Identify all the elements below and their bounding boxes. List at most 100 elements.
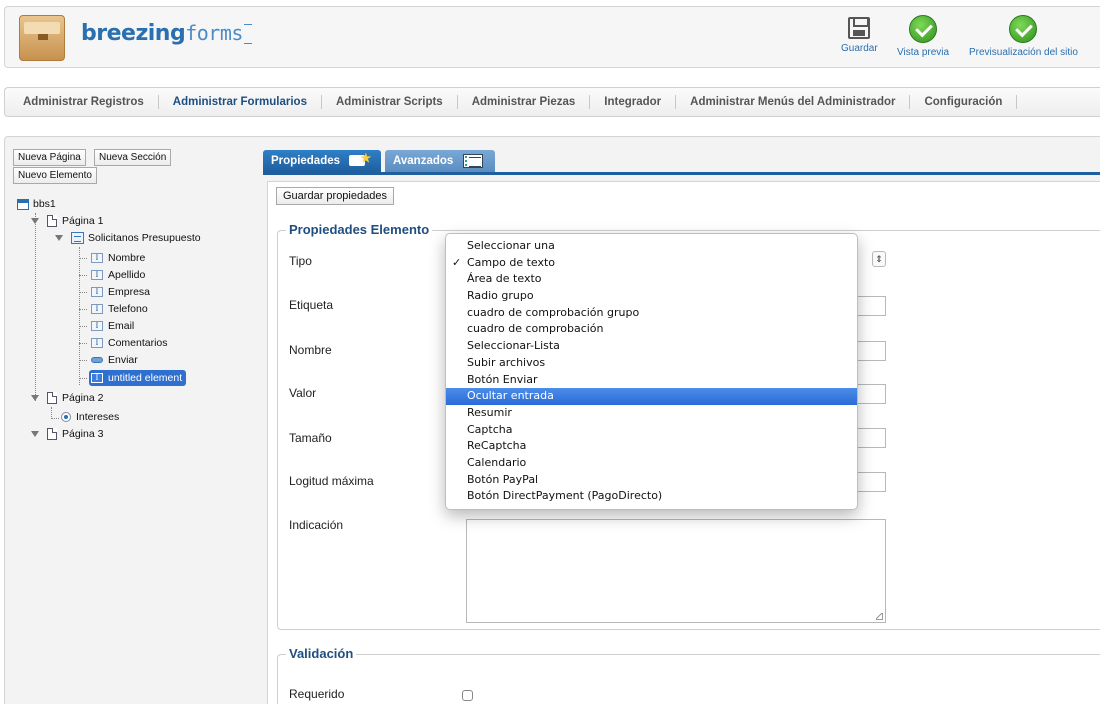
tree-node-field[interactable]: I Telefono xyxy=(91,301,148,317)
type-select-arrow-icon[interactable]: ⇕ xyxy=(872,251,886,267)
new-section-button[interactable]: Nueva Sección xyxy=(94,149,172,166)
dropdown-option[interactable]: Botón PayPal xyxy=(446,472,857,489)
tree-label: Telefono xyxy=(108,303,148,315)
dropdown-option[interactable]: cuadro de comprobación xyxy=(446,321,857,338)
tree-node-field[interactable]: I Comentarios xyxy=(91,335,168,351)
checkmark-icon: ✓ xyxy=(452,255,462,269)
app-header: breezingforms Guardar Vista previa Previ… xyxy=(4,6,1100,68)
section-icon xyxy=(71,232,84,244)
dropdown-option[interactable]: Calendario xyxy=(446,455,857,472)
new-element-button[interactable]: Nuevo Elemento xyxy=(13,167,97,184)
site-preview-label: Previsualización del sitio xyxy=(969,47,1078,58)
dropdown-option[interactable]: Seleccionar una xyxy=(446,238,857,255)
validation-fieldset: Validación Requerido xyxy=(277,646,1100,704)
tab-label: Avanzados xyxy=(393,155,454,167)
tree-node-field[interactable]: I Empresa xyxy=(91,284,150,300)
tree-node-page2[interactable]: Página 2 xyxy=(31,390,103,406)
required-label: Requerido xyxy=(289,687,345,701)
tree-node-field[interactable]: Intereses xyxy=(61,409,119,425)
tree-line xyxy=(79,275,87,276)
tree-line xyxy=(79,360,87,361)
dropdown-option[interactable]: ReCaptcha xyxy=(446,438,857,455)
fieldset-legend: Propiedades Elemento xyxy=(286,222,433,237)
text-field-icon: I xyxy=(91,270,103,280)
button-element-icon xyxy=(91,357,103,363)
page-icon xyxy=(47,392,57,404)
tipo-label: Tipo xyxy=(289,254,312,268)
text-field-icon: I xyxy=(91,321,103,331)
type-dropdown-menu: Seleccionar una ✓ Campo de texto Área de … xyxy=(445,233,858,510)
dropdown-option[interactable]: Resumir xyxy=(446,405,857,422)
tree-line xyxy=(51,418,59,419)
dropdown-option[interactable]: Botón DirectPayment (PagoDirecto) xyxy=(446,488,857,505)
preview-button[interactable]: Vista previa xyxy=(897,15,949,58)
dropdown-option-highlighted[interactable]: Ocultar entrada xyxy=(446,388,857,405)
dropdown-option[interactable]: Seleccionar-Lista xyxy=(446,338,857,355)
logitud-label: Logitud máxima xyxy=(289,474,374,488)
save-button[interactable]: Guardar xyxy=(841,15,878,54)
tab-advanced[interactable]: Avanzados xyxy=(385,150,495,172)
required-checkbox[interactable] xyxy=(462,690,473,701)
tree-line xyxy=(79,326,87,327)
tree-label: bbs1 xyxy=(33,198,56,210)
tree-line xyxy=(79,343,87,344)
expand-arrow-icon[interactable] xyxy=(31,431,39,437)
tree-label: Intereses xyxy=(76,411,120,423)
dropdown-option[interactable]: Área de texto xyxy=(446,271,857,288)
tree-node-field[interactable]: Enviar xyxy=(91,352,138,368)
new-page-button[interactable]: Nueva Página xyxy=(13,149,86,166)
expand-arrow-icon[interactable] xyxy=(31,218,39,224)
expand-arrow-icon[interactable] xyxy=(55,235,63,241)
tree-line xyxy=(79,309,87,310)
logo-bold-text: breezing xyxy=(81,21,186,46)
fieldset-legend: Validación xyxy=(286,646,357,661)
tab-label: Propiedades xyxy=(271,155,341,167)
expand-arrow-icon[interactable] xyxy=(31,395,39,401)
dropdown-option[interactable]: Subir archivos xyxy=(446,355,857,372)
dropdown-option[interactable]: cuadro de comprobación grupo xyxy=(446,305,857,322)
form-table-icon xyxy=(17,198,29,210)
page-icon xyxy=(47,428,57,440)
dropdown-option[interactable]: Captcha xyxy=(446,422,857,439)
dropdown-option[interactable]: Radio grupo xyxy=(446,288,857,305)
nav-item-integrador[interactable]: Integrador xyxy=(590,95,677,109)
nav-item-scripts[interactable]: Administrar Scripts xyxy=(322,95,458,109)
tree-label: Empresa xyxy=(108,286,151,298)
nav-item-configuracion[interactable]: Configuración xyxy=(910,95,1018,109)
app-logo: breezingforms xyxy=(81,21,252,46)
dropdown-option-checked[interactable]: ✓ Campo de texto xyxy=(446,255,857,272)
tree-label: Comentarios xyxy=(108,337,168,349)
tree-label: Solicitanos Presupuesto xyxy=(88,232,201,244)
text-field-icon: I xyxy=(91,373,103,383)
nav-item-formularios[interactable]: Administrar Formularios xyxy=(159,95,322,109)
tree-label: Nombre xyxy=(108,252,146,264)
floppy-disk-icon xyxy=(848,17,871,39)
tree-node-page3[interactable]: Página 3 xyxy=(31,426,103,442)
nav-item-menus[interactable]: Administrar Menús del Administrador xyxy=(676,95,911,109)
nav-item-registros[interactable]: Administrar Registros xyxy=(23,95,159,109)
indicacion-textarea[interactable] xyxy=(466,519,886,623)
tree-label: Página 1 xyxy=(62,215,104,227)
text-field-icon: I xyxy=(91,304,103,314)
tree-node-field[interactable]: I Nombre xyxy=(91,250,145,266)
tree-node-page1[interactable]: Página 1 xyxy=(31,213,103,229)
checklist-icon xyxy=(462,153,483,168)
textarea-icon: I xyxy=(91,338,103,348)
main-nav: Administrar Registros Administrar Formul… xyxy=(4,87,1100,117)
save-properties-button[interactable]: Guardar propiedades xyxy=(276,187,394,205)
tab-properties[interactable]: Propiedades xyxy=(263,147,381,172)
green-check-icon xyxy=(1009,15,1038,43)
tree-node-selected[interactable]: I untitled element xyxy=(89,370,187,386)
tree-node-field[interactable]: I Apellido xyxy=(91,267,145,283)
page-icon xyxy=(47,215,57,227)
nav-item-piezas[interactable]: Administrar Piezas xyxy=(458,95,591,109)
tree-node-field[interactable]: I Email xyxy=(91,318,134,334)
tree-line xyxy=(79,378,87,379)
tree-label: Página 3 xyxy=(62,428,104,440)
tree-node-section[interactable]: Solicitanos Presupuesto xyxy=(55,230,201,246)
logo-cursor-icon xyxy=(243,24,252,44)
dropdown-option[interactable]: Botón Enviar xyxy=(446,372,857,389)
tree-label: untitled element xyxy=(108,372,183,384)
site-preview-button[interactable]: Previsualización del sitio xyxy=(969,15,1078,58)
tree-node-root[interactable]: bbs1 xyxy=(17,196,56,212)
